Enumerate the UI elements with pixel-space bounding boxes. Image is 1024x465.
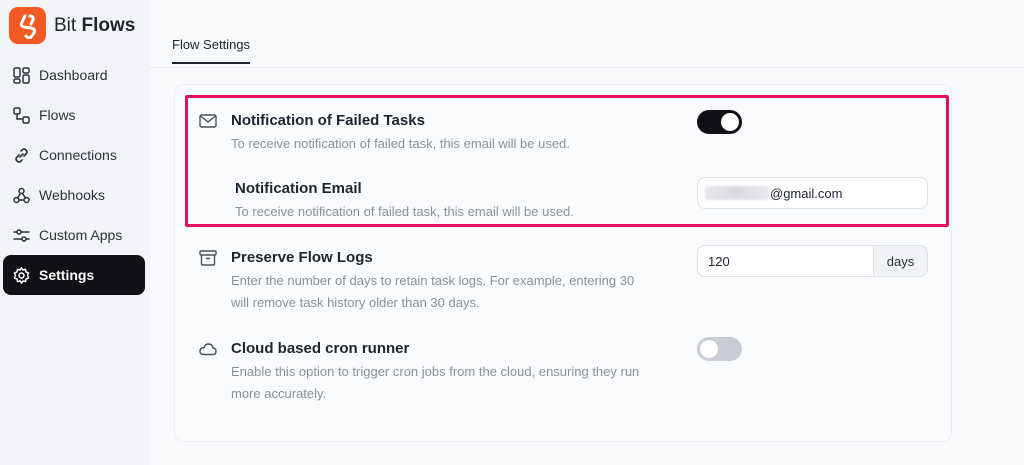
link-icon bbox=[12, 146, 30, 164]
days-unit-label: days bbox=[873, 245, 928, 277]
main-content: Flow Settings Notification of Failed Tas… bbox=[150, 0, 1024, 465]
sidebar-item-webhooks[interactable]: Webhooks bbox=[3, 175, 145, 215]
webhook-icon bbox=[12, 186, 30, 204]
failed-tasks-title: Notification of Failed Tasks bbox=[231, 112, 425, 129]
sidebar-item-label: Flows bbox=[39, 107, 76, 123]
bitflows-logo-icon bbox=[9, 7, 46, 44]
dashboard-icon bbox=[12, 66, 30, 84]
sidebar-item-settings[interactable]: Settings bbox=[3, 255, 145, 295]
toggle-knob bbox=[721, 113, 739, 131]
sidebar-item-label: Custom Apps bbox=[39, 227, 123, 243]
sidebar-item-flows[interactable]: Flows bbox=[3, 95, 145, 135]
sidebar-item-connections[interactable]: Connections bbox=[3, 135, 145, 175]
preserve-logs-description-line2: will remove task history older than 30 d… bbox=[231, 295, 480, 310]
failed-tasks-description: To receive notification of failed task, … bbox=[231, 136, 570, 151]
retention-days-group: days bbox=[697, 245, 928, 277]
brand-name-bold: Flows bbox=[81, 14, 136, 36]
sliders-icon bbox=[12, 226, 30, 244]
failed-tasks-toggle[interactable] bbox=[697, 110, 742, 134]
tab-bar: Flow Settings bbox=[172, 36, 251, 68]
notification-email-description: To receive notification of failed task, … bbox=[235, 204, 574, 219]
sidebar-item-dashboard[interactable]: Dashboard bbox=[3, 55, 145, 95]
mail-icon bbox=[198, 111, 218, 131]
sidebar-item-label: Connections bbox=[39, 147, 117, 163]
sidebar-nav: Dashboard Flows Connections Webhooks Cus… bbox=[3, 55, 145, 295]
sidebar-item-custom-apps[interactable]: Custom Apps bbox=[3, 215, 145, 255]
sidebar-item-label: Webhooks bbox=[39, 187, 105, 203]
preserve-logs-title: Preserve Flow Logs bbox=[231, 249, 373, 266]
toggle-knob bbox=[700, 340, 718, 358]
gear-icon bbox=[12, 266, 30, 284]
tab-divider bbox=[150, 67, 1024, 68]
cloud-cron-description-line1: Enable this option to trigger cron jobs … bbox=[231, 364, 640, 379]
cloud-cron-title: Cloud based cron runner bbox=[231, 340, 410, 357]
sidebar-item-label: Dashboard bbox=[39, 67, 108, 83]
flows-icon bbox=[12, 106, 30, 124]
brand[interactable]: Bit Flows bbox=[9, 7, 135, 44]
notification-email-title: Notification Email bbox=[235, 180, 362, 197]
cloud-cron-description-line2: more accurately. bbox=[231, 386, 327, 401]
retention-days-input[interactable] bbox=[697, 245, 874, 277]
tab-flow-settings[interactable]: Flow Settings bbox=[172, 37, 251, 64]
sidebar: Bit Flows Dashboard Flows Connections We… bbox=[0, 0, 150, 465]
preserve-logs-description-line1: Enter the number of days to retain task … bbox=[231, 273, 635, 288]
cloud-icon bbox=[198, 339, 218, 359]
brand-name-light: Bit bbox=[54, 14, 77, 36]
sidebar-item-label: Settings bbox=[39, 267, 95, 283]
archive-icon bbox=[198, 248, 218, 268]
redacted-email-mask bbox=[705, 186, 769, 200]
cloud-cron-toggle[interactable] bbox=[697, 337, 742, 361]
email-field-wrapper bbox=[697, 177, 928, 209]
